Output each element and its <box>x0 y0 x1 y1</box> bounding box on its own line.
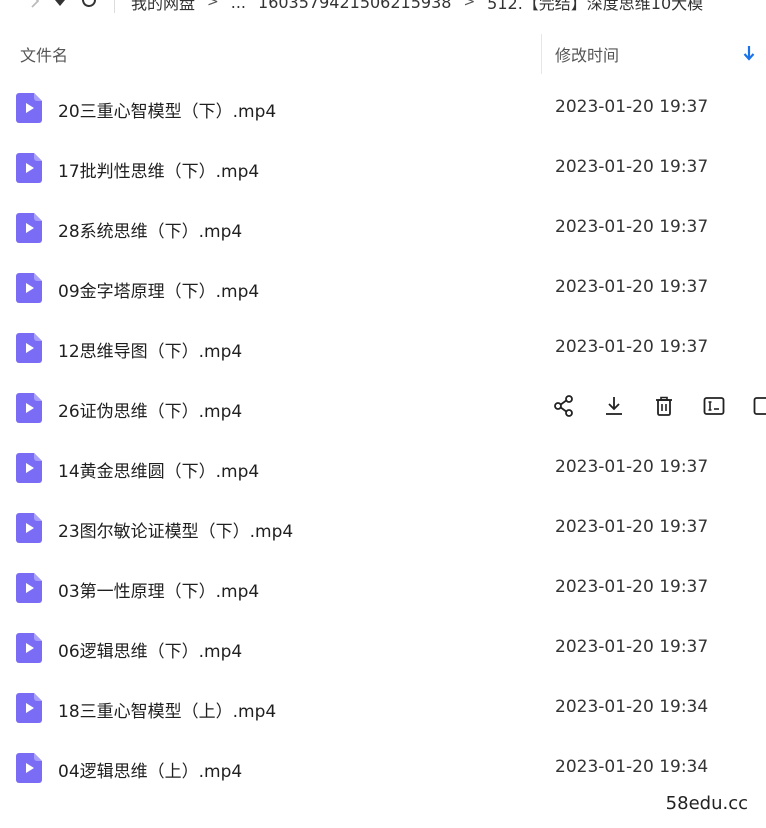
video-file-icon <box>16 333 42 363</box>
file-modified-time: 2023-01-20 19:37 <box>555 637 709 657</box>
column-divider[interactable] <box>541 34 542 74</box>
video-file-icon <box>16 273 42 303</box>
breadcrumb-item-folder[interactable]: 1603579421506215938 <box>258 0 451 12</box>
refresh-icon[interactable] <box>80 0 98 13</box>
file-modified-time: 2023-01-20 19:34 <box>555 697 709 717</box>
breadcrumb-item-current: 512.【完结】深度思维10大模 <box>487 0 704 13</box>
file-modified-time: 2023-01-20 19:37 <box>555 217 709 237</box>
watermark: 58edu.cc <box>665 793 748 814</box>
list-item[interactable]: 06逻辑思维（下）.mp4 2023-01-20 19:37 <box>0 618 766 678</box>
toolbar-divider <box>114 0 115 13</box>
file-name[interactable]: 17批判性思维（下）.mp4 <box>58 157 259 182</box>
list-item[interactable]: 04逻辑思维（上）.mp4 2023-01-20 19:34 <box>0 738 766 798</box>
list-item[interactable]: 03第一性原理（下）.mp4 2023-01-20 19:37 <box>0 558 766 618</box>
file-modified-time: 2023-01-20 19:34 <box>555 757 709 777</box>
video-file-icon <box>16 93 42 123</box>
delete-icon[interactable] <box>652 394 676 418</box>
file-name[interactable]: 04逻辑思维（上）.mp4 <box>58 757 242 782</box>
file-name[interactable]: 23图尔敏论证模型（下）.mp4 <box>58 517 293 542</box>
breadcrumb-separator-icon: > <box>463 0 476 10</box>
forward-icon[interactable] <box>30 0 40 12</box>
file-list: 20三重心智模型（下）.mp4 2023-01-20 19:37 17批判性思维（下… <box>0 78 766 798</box>
list-item[interactable]: 20三重心智模型（下）.mp4 2023-01-20 19:37 <box>0 78 766 138</box>
list-item[interactable]: 09金字塔原理（下）.mp4 2023-01-20 19:37 <box>0 258 766 318</box>
list-header: 文件名 修改时间 <box>0 28 766 78</box>
file-modified-time: 2023-01-20 19:37 <box>555 577 709 597</box>
file-modified-time: 2023-01-20 19:37 <box>555 517 709 537</box>
file-modified-time: 2023-01-20 19:37 <box>555 97 709 117</box>
video-file-icon <box>16 153 42 183</box>
nav-buttons <box>0 0 98 13</box>
file-name[interactable]: 09金字塔原理（下）.mp4 <box>58 277 259 302</box>
file-list-page: 我的网盘 > ... 1603579421506215938 > 512.【完结… <box>0 0 766 828</box>
list-item[interactable]: 18三重心智模型（上）.mp4 2023-01-20 19:34 <box>0 678 766 738</box>
file-modified-time: 2023-01-20 19:37 <box>555 157 709 177</box>
list-item[interactable]: 23图尔敏论证模型（下）.mp4 2023-01-20 19:37 <box>0 498 766 558</box>
more-icon[interactable] <box>752 394 766 418</box>
list-item[interactable]: 28系统思维（下）.mp4 2023-01-20 19:37 <box>0 198 766 258</box>
column-header-modified-time[interactable]: 修改时间 <box>555 42 619 66</box>
list-item[interactable]: 26证伪思维（下）.mp4 <box>0 378 766 438</box>
list-item[interactable]: 17批判性思维（下）.mp4 2023-01-20 19:37 <box>0 138 766 198</box>
video-file-icon <box>16 513 42 543</box>
file-name[interactable]: 20三重心智模型（下）.mp4 <box>58 97 276 122</box>
video-file-icon <box>16 753 42 783</box>
list-item[interactable]: 12思维导图（下）.mp4 2023-01-20 19:37 <box>0 318 766 378</box>
file-name[interactable]: 26证伪思维（下）.mp4 <box>58 397 242 422</box>
file-name[interactable]: 06逻辑思维（下）.mp4 <box>58 637 242 662</box>
file-modified-time: 2023-01-20 19:37 <box>555 457 709 477</box>
breadcrumb-bar: 我的网盘 > ... 1603579421506215938 > 512.【完结… <box>0 0 766 14</box>
breadcrumb: 我的网盘 > ... 1603579421506215938 > 512.【完结… <box>131 0 703 14</box>
file-name[interactable]: 03第一性原理（下）.mp4 <box>58 577 259 602</box>
video-file-icon <box>16 393 42 423</box>
list-item[interactable]: 14黄金思维圆（下）.mp4 2023-01-20 19:37 <box>0 438 766 498</box>
sort-descending-icon[interactable] <box>742 44 756 62</box>
breadcrumb-separator-icon: > <box>207 0 219 10</box>
file-modified-time: 2023-01-20 19:37 <box>555 337 709 357</box>
video-file-icon <box>16 453 42 483</box>
video-file-icon <box>16 633 42 663</box>
rename-icon[interactable] <box>702 394 726 418</box>
row-hover-actions <box>552 394 766 418</box>
share-icon[interactable] <box>552 394 576 418</box>
breadcrumb-item-root[interactable]: 我的网盘 <box>131 0 195 14</box>
download-icon[interactable] <box>602 394 626 418</box>
file-name[interactable]: 12思维导图（下）.mp4 <box>58 337 242 362</box>
video-file-icon <box>16 573 42 603</box>
video-file-icon <box>16 213 42 243</box>
breadcrumb-item-ellipsis[interactable]: ... <box>231 0 246 12</box>
file-name[interactable]: 18三重心智模型（上）.mp4 <box>58 697 276 722</box>
file-modified-time: 2023-01-20 19:37 <box>555 277 709 297</box>
chevron-down-icon[interactable] <box>54 0 66 12</box>
video-file-icon <box>16 693 42 723</box>
column-header-name[interactable]: 文件名 <box>20 42 68 66</box>
file-name[interactable]: 28系统思维（下）.mp4 <box>58 217 242 242</box>
file-name[interactable]: 14黄金思维圆（下）.mp4 <box>58 457 259 482</box>
